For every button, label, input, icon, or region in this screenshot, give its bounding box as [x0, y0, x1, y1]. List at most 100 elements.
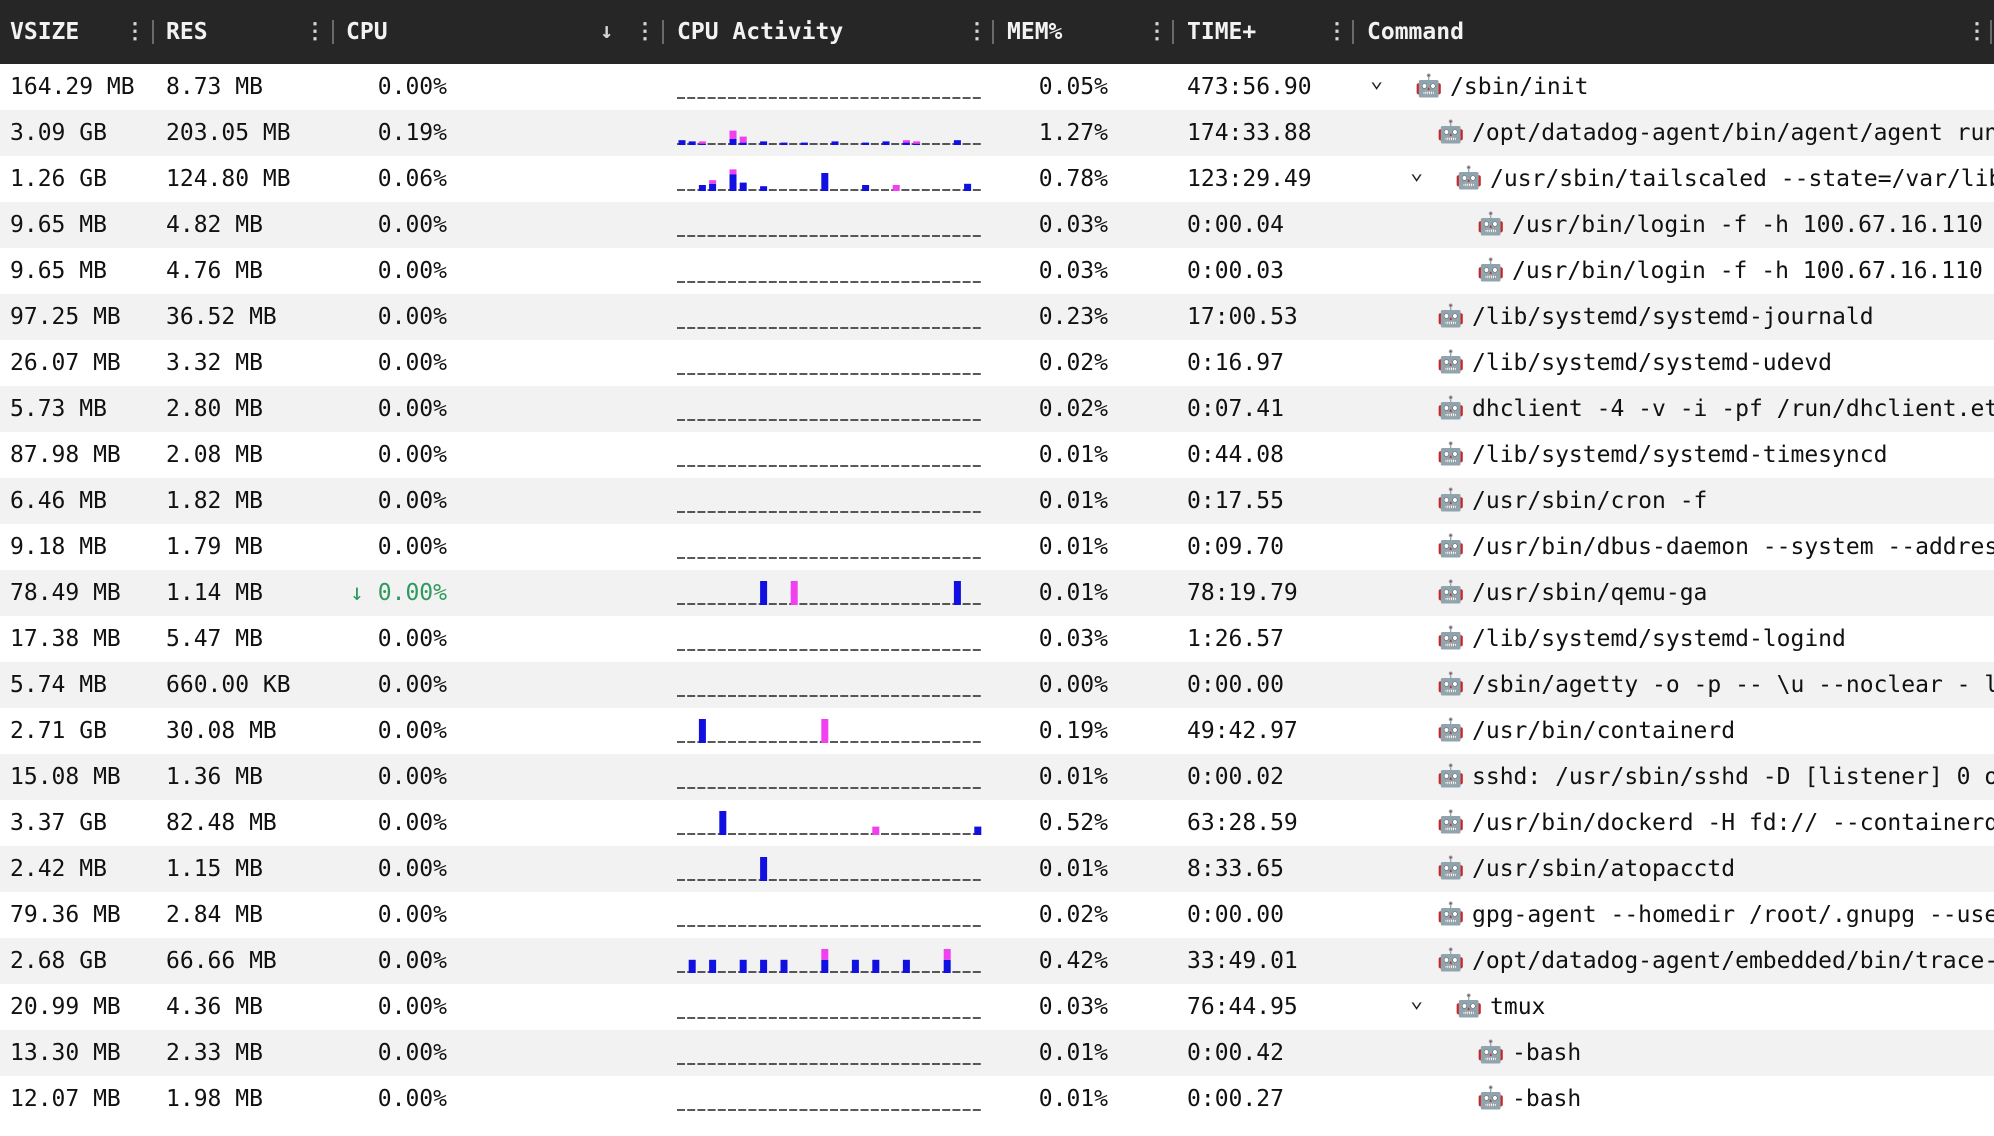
cpu-system-bar [790, 581, 798, 605]
process-row[interactable]: 5.74 MB 660.00 KB 0.00% 0.00% 0:00.00 🤖 /sbin/… [0, 662, 1994, 708]
vsize-value: 13.30 MB [10, 1040, 121, 1066]
process-row[interactable]: 164.29 MB 8.73 MB 0.00% 0.05% 473:56.90 ⌄ 🤖 /sb… [0, 64, 1994, 110]
process-row[interactable]: 17.38 MB 5.47 MB 0.00% 0.03% 1:26.57 🤖 /lib/sy… [0, 616, 1994, 662]
res-value: 2.08 MB [166, 442, 263, 468]
tree-collapse-chevron-icon[interactable]: ⌄ [1410, 984, 1423, 1024]
res-value: 1.15 MB [166, 856, 263, 882]
res-value: 124.80 MB [166, 166, 291, 192]
tree-collapse-chevron-icon[interactable]: ⌄ [1370, 64, 1383, 104]
process-row[interactable]: 5.73 MB 2.80 MB 0.00% 0.02% 0:07.41 🤖 dhclient… [0, 386, 1994, 432]
cpu-user-bar [719, 811, 727, 835]
cpu-user-bar [709, 959, 717, 973]
column-header-command[interactable]: Command [1367, 0, 1464, 64]
column-resize-handle[interactable] [992, 20, 994, 44]
process-row[interactable]: 3.37 GB 82.48 MB 0.00% 0.52% 63:28.59 🤖 /usr/b… [0, 800, 1994, 846]
cpu-value: 0.00% [377, 212, 447, 238]
command-column-menu-icon[interactable]: ⋮ [1966, 0, 1988, 64]
column-header-mem[interactable]: MEM% [1007, 0, 1062, 64]
cpu-value: 0.00% [377, 258, 447, 284]
column-resize-handle[interactable] [1352, 20, 1354, 44]
cpu-value: 0.00% [377, 764, 447, 790]
mem-column-menu-icon[interactable]: ⋮ [1146, 0, 1168, 64]
command-value: -bash [1512, 1086, 1582, 1112]
process-row[interactable]: 2.42 MB 1.15 MB 0.00% 0.01% 8:33.65 🤖 /usr/sbi… [0, 846, 1994, 892]
column-resize-handle[interactable] [332, 20, 334, 44]
mem-value: 1.27% [1038, 120, 1108, 146]
column-header-res[interactable]: RES [166, 0, 208, 64]
process-row[interactable]: 15.08 MB 1.36 MB 0.00% 0.01% 0:00.02 🤖 sshd: /… [0, 754, 1994, 800]
cpu-column-menu-icon[interactable]: ⋮ [634, 0, 656, 64]
cpu-user-bar [678, 140, 686, 145]
process-row[interactable]: 79.36 MB 2.84 MB 0.00% 0.02% 0:00.00 🤖 gpg-age… [0, 892, 1994, 938]
command-value: /lib/systemd/systemd-logind [1472, 626, 1846, 652]
time-value: 33:49.01 [1187, 948, 1298, 974]
cpu-value: 0.00% [377, 534, 447, 560]
cpu-system-bar [709, 180, 717, 184]
process-robot-icon: 🤖 [1437, 718, 1465, 743]
time-value: 0:00.02 [1187, 764, 1284, 790]
process-row[interactable]: 26.07 MB 3.32 MB 0.00% 0.02% 0:16.97 🤖 /lib/sy… [0, 340, 1994, 386]
process-row[interactable]: 12.07 MB 1.98 MB 0.00% 0.01% 0:00.27 🤖 -bash [0, 1076, 1994, 1122]
res-value: 36.52 MB [166, 304, 277, 330]
command-value: /usr/bin/dbus-daemon --system --address=… [1472, 534, 1994, 560]
cpu-value: 0.00% [377, 994, 447, 1020]
column-header-cpu[interactable]: CPU [346, 0, 388, 64]
process-row[interactable]: 2.71 GB 30.08 MB 0.00% 0.19% 49:42.97 🤖 /usr/b… [0, 708, 1994, 754]
cpu-user-bar [729, 139, 737, 145]
column-header-vsize[interactable]: VSIZE [10, 0, 79, 64]
process-row[interactable]: 2.68 GB 66.66 MB 0.00% 0.42% 33:49.01 🤖 /opt/d… [0, 938, 1994, 984]
process-row[interactable]: 9.65 MB 4.82 MB 0.00% 0.03% 0:00.04 🤖 /usr/bin… [0, 202, 1994, 248]
res-value: 1.98 MB [166, 1086, 263, 1112]
cpu-user-bar [698, 185, 706, 191]
column-resize-handle[interactable] [1172, 20, 1174, 44]
time-value: 49:42.97 [1187, 718, 1298, 744]
process-row[interactable]: 1.26 GB 124.80 MB 0.06% 0.78% 123:29.49 ⌄ 🤖 /us… [0, 156, 1994, 202]
process-row[interactable]: 3.09 GB 203.05 MB 0.19% 1.27% 174:33.88 🤖 /opt… [0, 110, 1994, 156]
command-value: /usr/sbin/cron -f [1472, 488, 1708, 514]
res-column-menu-icon[interactable]: ⋮ [304, 0, 326, 64]
command-value: /lib/systemd/systemd-journald [1472, 304, 1874, 330]
cpu-system-bar [892, 185, 900, 191]
process-row[interactable]: 78.49 MB 1.14 MB ↓ 0.00% 0.01% 78:19.79 🤖/usr/… [0, 570, 1994, 616]
cpu-activity-sparkline [677, 719, 983, 743]
cpu-activity-sparkline [677, 787, 983, 789]
column-resize-handle[interactable] [1990, 20, 1992, 44]
process-row[interactable]: 20.99 MB 4.36 MB 0.00% 0.03% 76:44.95 ⌄ 🤖 tmux [0, 984, 1994, 1030]
vsize-value: 9.18 MB [10, 534, 107, 560]
time-value: 0:00.00 [1187, 902, 1284, 928]
process-row[interactable]: 9.18 MB 1.79 MB 0.00% 0.01% 0:09.70 🤖 /usr/bin… [0, 524, 1994, 570]
command-value: /sbin/init [1450, 74, 1589, 100]
res-value: 4.36 MB [166, 994, 263, 1020]
column-resize-handle[interactable] [662, 20, 664, 44]
cpu-user-bar [882, 141, 890, 145]
sort-descending-icon[interactable]: ↓ [600, 0, 613, 64]
column-resize-handle[interactable] [152, 20, 154, 44]
process-row[interactable]: 9.65 MB 4.76 MB 0.00% 0.03% 0:00.03 🤖 /usr/bin… [0, 248, 1994, 294]
cpu-user-bar [902, 959, 910, 973]
command-value: /lib/systemd/systemd-timesyncd [1472, 442, 1888, 468]
mem-value: 0.03% [1038, 994, 1108, 1020]
cpu-user-bar [821, 173, 829, 191]
tree-collapse-chevron-icon[interactable]: ⌄ [1410, 156, 1423, 196]
column-header-time[interactable]: TIME+ [1187, 0, 1256, 64]
res-value: 1.82 MB [166, 488, 263, 514]
process-robot-icon: 🤖 [1437, 856, 1465, 881]
res-value: 3.32 MB [166, 350, 263, 376]
command-value: /usr/bin/dockerd -H fd:// --containerd=/… [1472, 810, 1994, 836]
process-row[interactable]: 13.30 MB 2.33 MB 0.00% 0.01% 0:00.42 🤖 -bash [0, 1030, 1994, 1076]
res-value: 203.05 MB [166, 120, 291, 146]
process-row[interactable]: 6.46 MB 1.82 MB 0.00% 0.01% 0:17.55 🤖 /usr/sbi… [0, 478, 1994, 524]
mem-value: 0.03% [1038, 212, 1108, 238]
process-row[interactable]: 97.25 MB 36.52 MB 0.00% 0.23% 17:00.53 🤖 /lib/… [0, 294, 1994, 340]
vsize-column-menu-icon[interactable]: ⋮ [124, 0, 146, 64]
vsize-value: 164.29 MB [10, 74, 135, 100]
column-header-bar: VSIZE ⋮ RES ⋮ CPU ↓ ⋮ CPU Activity ⋮ MEM… [0, 0, 1994, 64]
cpu-activity-column-menu-icon[interactable]: ⋮ [966, 0, 988, 64]
time-column-menu-icon[interactable]: ⋮ [1326, 0, 1348, 64]
cpu-user-bar [953, 140, 961, 145]
cpu-value: 0.00% [377, 580, 447, 606]
column-header-cpu-activity[interactable]: CPU Activity [677, 0, 843, 64]
cpu-user-bar [729, 174, 737, 191]
process-row[interactable]: 87.98 MB 2.08 MB 0.00% 0.01% 0:44.08 🤖 /lib/sy… [0, 432, 1994, 478]
mem-value: 0.23% [1038, 304, 1108, 330]
